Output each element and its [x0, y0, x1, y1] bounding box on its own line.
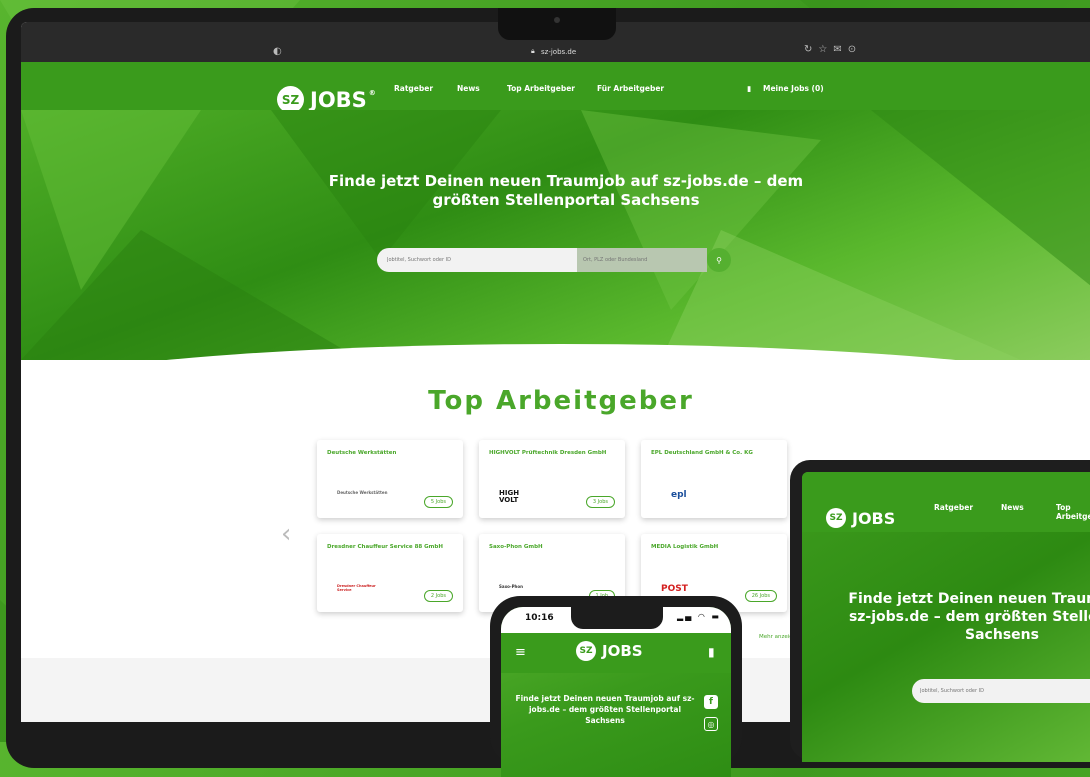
- instagram-icon[interactable]: ◎: [704, 717, 718, 731]
- bookmark-icon[interactable]: ▮: [708, 645, 715, 659]
- employer-logo: epl: [671, 490, 687, 500]
- search-button[interactable]: ⚲: [707, 248, 731, 272]
- site-logo[interactable]: SZ JOBS ®: [277, 86, 376, 113]
- phone-hero-title: Finde jetzt Deinen neuen Traumjob auf sz…: [515, 694, 695, 725]
- address-bar[interactable]: sz-jobs.de: [541, 48, 576, 56]
- section-title: Top Arbeitgeber: [428, 386, 694, 416]
- sz-badge-icon: SZ: [826, 508, 846, 528]
- jobs-badge: 26 Jobs: [744, 590, 777, 602]
- lock-icon: 🔒︎: [531, 47, 535, 55]
- nav-news[interactable]: News: [457, 84, 480, 93]
- nav-meine-jobs[interactable]: Meine Jobs (0): [763, 84, 824, 93]
- hero-title: Finde jetzt Deinen neuen Traumjob auf sz…: [328, 172, 804, 209]
- location-input[interactable]: [577, 248, 707, 272]
- nav-top-arbeitgeber[interactable]: Top Arbeitgeber: [507, 84, 575, 93]
- phone-notch: [571, 607, 663, 629]
- nav-ratgeber[interactable]: Ratgeber: [394, 84, 433, 93]
- hamburger-menu-icon[interactable]: ≡: [515, 645, 526, 660]
- employer-name: MEDIA Logistik GmbH: [651, 544, 719, 550]
- employer-card[interactable]: Deutsche Werkstätten Deutsche Werkstätte…: [317, 440, 463, 518]
- logo-text: JOBS: [852, 508, 896, 528]
- tablet-nav-news[interactable]: News: [1001, 503, 1024, 512]
- phone-screen: 10:16 ▂▄ ◠ ▬ ≡ SZ JOBS ▮ Finde jetzt Dei…: [501, 607, 731, 777]
- phone-frame: 10:16 ▂▄ ◠ ▬ ≡ SZ JOBS ▮ Finde jetzt Dei…: [490, 596, 742, 777]
- phone-clock: 10:16: [525, 613, 554, 623]
- logo-text: JOBS: [602, 642, 643, 660]
- signal-wifi-battery-icons: ▂▄ ◠ ▬: [677, 612, 721, 621]
- hero-banner: [21, 110, 1090, 360]
- employer-name: EPL Deutschland GmbH & Co. KG: [651, 450, 753, 456]
- hero-pattern: [21, 110, 1090, 360]
- jobs-badge: 3 Jobs: [585, 496, 615, 508]
- logo-text: JOBS: [310, 87, 367, 112]
- employer-logo: POST: [661, 584, 688, 594]
- employer-logo: Saxo-Phon: [499, 584, 523, 589]
- tablet-screen: SZ JOBS Ratgeber News Top Arbeitgeber Fi…: [802, 472, 1090, 762]
- phone-logo[interactable]: SZ JOBS: [576, 641, 643, 661]
- sz-badge-icon: SZ: [277, 86, 304, 113]
- carousel-prev-button[interactable]: ‹: [281, 519, 291, 549]
- browser-action-icons[interactable]: ↻☆✉⊙: [804, 44, 862, 55]
- camera-notch: [498, 8, 616, 40]
- facebook-icon[interactable]: f: [704, 695, 718, 709]
- nav-fuer-arbeitgeber[interactable]: Für Arbeitgeber: [597, 84, 664, 93]
- tablet-nav-top-arbeitgeber[interactable]: Top Arbeitgeber: [1056, 503, 1090, 521]
- tablet-hero-title: Finde jetzt Deinen neuen Traumjob auf sz…: [848, 591, 1090, 643]
- bookmark-icon[interactable]: ▮: [747, 84, 751, 93]
- jobs-badge: 5 Jobs: [423, 496, 453, 508]
- sz-badge-icon: SZ: [576, 641, 596, 661]
- employer-logo: HIGH VOLT: [499, 489, 520, 504]
- employer-name: HIGHVOLT Prüftechnik Dresden GmbH: [489, 450, 607, 456]
- jobs-badge: 2 Jobs: [423, 590, 453, 602]
- tablet-frame: SZ JOBS Ratgeber News Top Arbeitgeber Fi…: [790, 460, 1090, 762]
- employer-card[interactable]: EPL Deutschland GmbH & Co. KG epl: [641, 440, 787, 518]
- employer-name: Dresdner Chauffeur Service 88 GmbH: [327, 544, 443, 550]
- tablet-search-input[interactable]: [912, 679, 1090, 703]
- employer-name: Deutsche Werkstätten: [327, 450, 397, 456]
- phone-header: ≡ SZ JOBS ▮: [501, 633, 731, 673]
- employer-name: Saxo-Phon GmbH: [489, 544, 543, 550]
- employer-card[interactable]: HIGHVOLT Prüftechnik Dresden GmbH HIGH V…: [479, 440, 625, 518]
- camera-icon: [554, 17, 560, 23]
- search-form: ⚲: [377, 248, 731, 272]
- tablet-logo[interactable]: SZ JOBS: [826, 508, 895, 528]
- tablet-nav-ratgeber[interactable]: Ratgeber: [934, 503, 973, 512]
- logo-registered: ®: [368, 88, 376, 97]
- search-icon: ⚲: [716, 255, 722, 265]
- privacy-icon[interactable]: ◐: [273, 46, 282, 57]
- employer-card[interactable]: Dresdner Chauffeur Service 88 GmbH Dresd…: [317, 534, 463, 612]
- search-input[interactable]: [377, 248, 577, 272]
- employer-logo: Dresdner Chauffeur Service: [337, 584, 376, 592]
- employer-logo: Deutsche Werkstätten: [337, 490, 388, 495]
